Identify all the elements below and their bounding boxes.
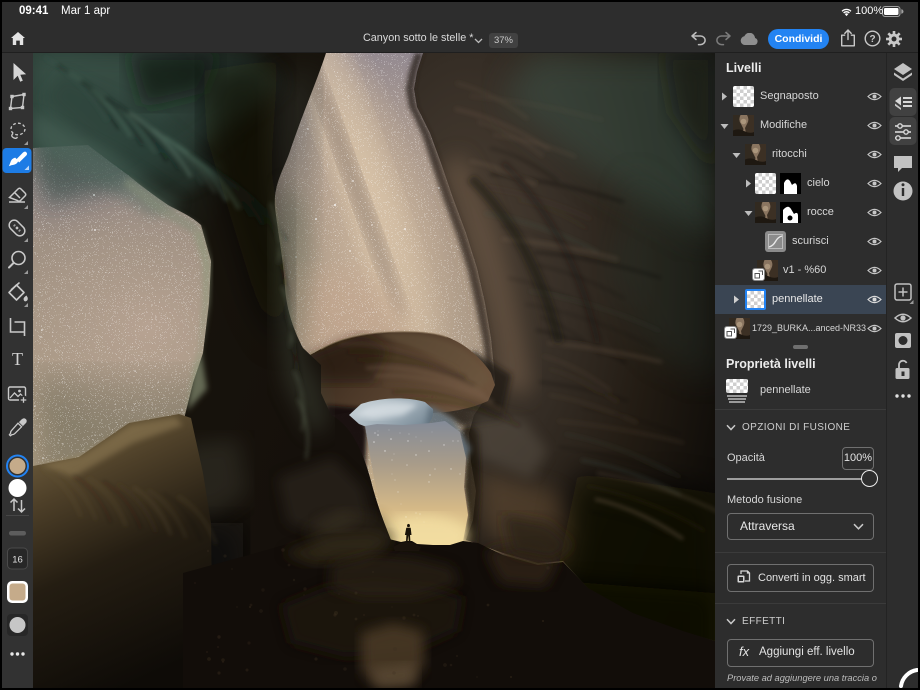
svg-text:?: ? (869, 34, 875, 45)
svg-text:16: 16 (12, 555, 23, 566)
svg-text:T: T (12, 349, 23, 369)
